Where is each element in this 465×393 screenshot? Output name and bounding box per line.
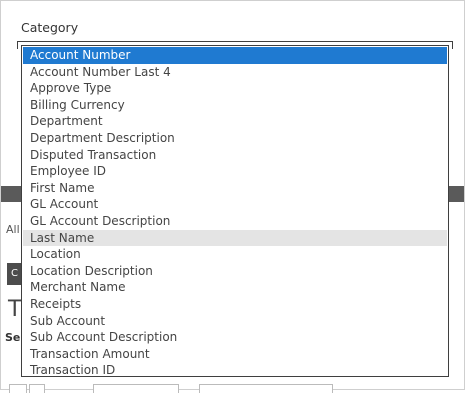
option-department[interactable]: Department (23, 113, 447, 130)
pager-button-prev[interactable] (29, 384, 45, 393)
pager-button-first[interactable] (9, 384, 27, 393)
option-gl-account[interactable]: GL Account (23, 196, 447, 213)
option-location[interactable]: Location (23, 246, 447, 263)
option-account-number-last-4[interactable]: Account Number Last 4 (23, 64, 447, 81)
background-section-label: Se (5, 331, 21, 344)
option-first-name[interactable]: First Name (23, 180, 447, 197)
option-transaction-id[interactable]: Transaction ID (23, 362, 447, 379)
background-all-text: All (6, 223, 20, 236)
option-transaction-amount[interactable]: Transaction Amount (23, 346, 447, 363)
option-account-number[interactable]: Account Number (23, 47, 447, 64)
pager-select[interactable] (199, 384, 333, 393)
category-label: Category (21, 20, 79, 35)
option-disputed-transaction[interactable]: Disputed Transaction (23, 147, 447, 164)
pager-input[interactable] (93, 384, 179, 393)
option-gl-account-description[interactable]: GL Account Description (23, 213, 447, 230)
option-last-name[interactable]: Last Name (23, 229, 447, 247)
filter-panel: Category All C T Se Account Number Accou… (0, 0, 465, 393)
option-sub-account[interactable]: Sub Account (23, 313, 447, 330)
option-employee-id[interactable]: Employee ID (23, 163, 447, 180)
option-receipts[interactable]: Receipts (23, 296, 447, 313)
background-button[interactable]: C (7, 263, 21, 285)
option-sub-account-description[interactable]: Sub Account Description (23, 329, 447, 346)
option-location-description[interactable]: Location Description (23, 263, 447, 280)
option-merchant-name[interactable]: Merchant Name (23, 279, 447, 296)
option-billing-currency[interactable]: Billing Currency (23, 97, 447, 114)
category-dropdown-list[interactable]: Account Number Account Number Last 4 App… (21, 45, 449, 377)
option-department-description[interactable]: Department Description (23, 130, 447, 147)
background-heading: T (8, 297, 22, 322)
option-approve-type[interactable]: Approve Type (23, 80, 447, 97)
